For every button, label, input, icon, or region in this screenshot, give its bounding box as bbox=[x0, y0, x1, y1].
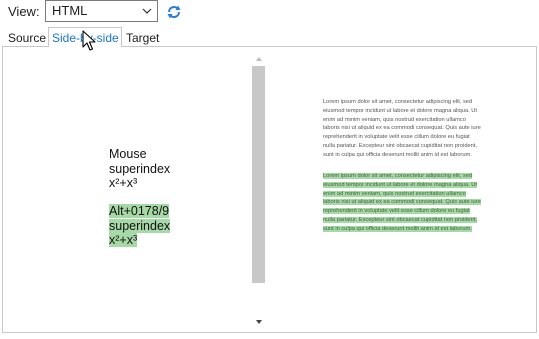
refresh-icon[interactable] bbox=[166, 4, 182, 20]
tab-source[interactable]: Source bbox=[8, 30, 46, 46]
preview-paragraph-highlighted: Lorem ipsum dolor sit amet, consectetur … bbox=[323, 172, 483, 234]
source-line-highlighted: superindex bbox=[109, 218, 171, 233]
source-line-highlighted: Alt+0178/9 bbox=[109, 204, 170, 218]
chevron-down-icon bbox=[142, 8, 152, 14]
source-line: Mouse bbox=[109, 147, 147, 161]
scroll-up-icon[interactable] bbox=[254, 55, 264, 63]
source-line: superindex bbox=[109, 161, 171, 176]
source-line-highlighted: x²+x³ bbox=[109, 233, 138, 247]
mouse-cursor-icon bbox=[82, 30, 96, 51]
source-block-mouse: Mouse superindex x²+x³ bbox=[109, 147, 170, 191]
view-label: View: bbox=[8, 4, 40, 19]
scrollbar-thumb[interactable] bbox=[252, 66, 265, 283]
scroll-down-icon[interactable] bbox=[254, 318, 264, 326]
source-line: x²+x³ bbox=[109, 176, 138, 190]
tab-target[interactable]: Target bbox=[126, 30, 159, 46]
preview-paragraph: Lorem ipsum dolor sit amet, consectetur … bbox=[323, 99, 481, 158]
view-select[interactable]: HTML bbox=[45, 0, 158, 22]
source-block-alt: Alt+0178/9 superindex x²+x³ bbox=[109, 204, 171, 248]
preview-highlight: Lorem ipsum dolor sit amet, consectetur … bbox=[323, 173, 481, 232]
view-select-value: HTML bbox=[52, 3, 88, 18]
